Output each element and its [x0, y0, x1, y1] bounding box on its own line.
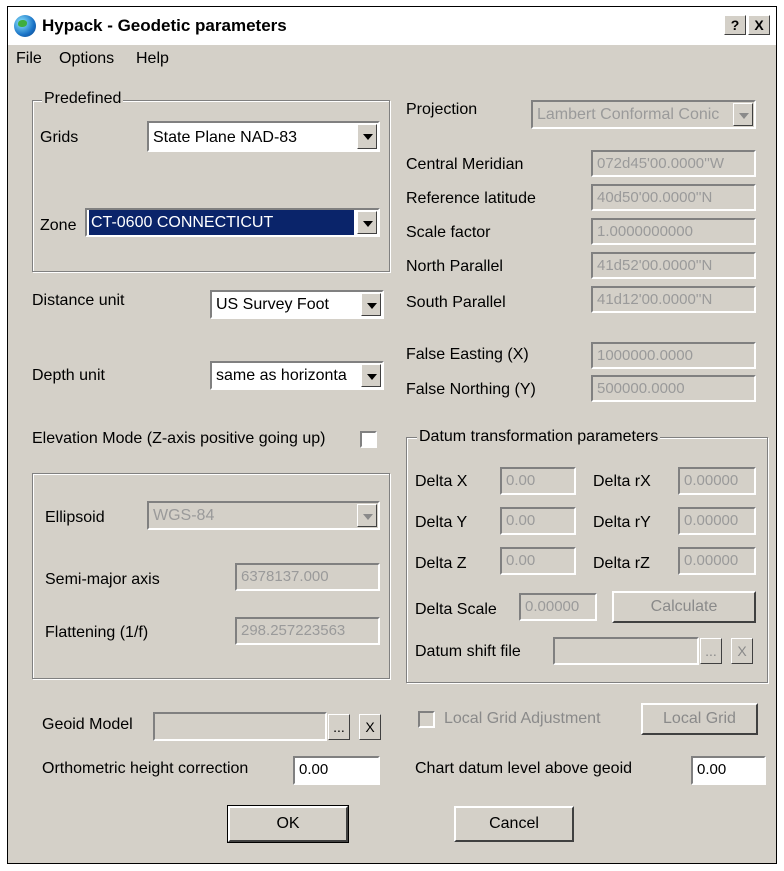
geoid-clear-button[interactable]: X — [359, 714, 381, 740]
grids-label: Grids — [40, 129, 79, 146]
globe-icon — [14, 15, 36, 37]
close-button[interactable]: X — [748, 15, 770, 35]
title-bar: Hypack - Geodetic parameters ? X — [8, 7, 776, 45]
delta-x-label: Delta X — [415, 473, 468, 490]
projection-label: Projection — [406, 101, 478, 118]
window-title: Hypack - Geodetic parameters — [42, 16, 287, 35]
datum-shift-file-field[interactable] — [553, 637, 699, 665]
north-parallel-field[interactable]: 41d52'00.0000''N — [591, 252, 756, 279]
chart-datum-level-field[interactable]: 0.00 — [691, 756, 766, 785]
elevation-mode-label: Elevation Mode (Z-axis positive going up… — [32, 430, 326, 447]
datum-shift-browse-button[interactable]: ... — [700, 638, 722, 664]
chevron-down-icon[interactable] — [361, 293, 381, 316]
reference-latitude-label: Reference latitude — [406, 190, 536, 207]
elevation-mode-checkbox[interactable] — [360, 431, 377, 448]
datum-shift-file-label: Datum shift file — [415, 643, 521, 660]
projection-select[interactable]: Lambert Conformal Conic — [531, 100, 756, 129]
scale-factor-field[interactable]: 1.0000000000 — [591, 218, 756, 245]
grids-select[interactable]: State Plane NAD-83 — [147, 121, 380, 152]
ok-button[interactable]: OK — [227, 805, 349, 843]
central-meridian-label: Central Meridian — [406, 156, 524, 173]
ellipsoid-label: Ellipsoid — [45, 509, 105, 526]
chevron-down-icon[interactable] — [357, 211, 377, 234]
delta-y-field[interactable]: 0.00 — [500, 507, 576, 535]
delta-ry-field[interactable]: 0.00000 — [678, 507, 756, 535]
false-northing-label: False Northing (Y) — [406, 381, 536, 398]
reference-latitude-field[interactable]: 40d50'00.0000''N — [591, 184, 756, 211]
menu-bar: File Options Help — [8, 45, 776, 73]
ellipsoid-select[interactable]: WGS-84 — [147, 501, 380, 530]
local-grid-adjustment-label: Local Grid Adjustment — [444, 710, 601, 727]
orthometric-height-field[interactable]: 0.00 — [293, 756, 380, 785]
scale-factor-label: Scale factor — [406, 224, 491, 241]
false-easting-field[interactable]: 1000000.0000 — [591, 342, 756, 369]
distance-unit-label: Distance unit — [32, 292, 125, 309]
central-meridian-field[interactable]: 072d45'00.0000''W — [591, 150, 756, 177]
north-parallel-label: North Parallel — [406, 258, 503, 275]
menu-options[interactable]: Options — [59, 50, 114, 68]
distance-unit-select[interactable]: US Survey Foot — [210, 290, 384, 319]
geoid-model-label: Geoid Model — [42, 716, 133, 733]
geoid-browse-button[interactable]: ... — [328, 714, 350, 740]
delta-scale-label: Delta Scale — [415, 601, 497, 618]
local-grid-button[interactable]: Local Grid — [641, 703, 758, 735]
depth-unit-label: Depth unit — [32, 367, 105, 384]
geoid-model-field[interactable] — [153, 712, 327, 741]
datum-shift-clear-button[interactable]: X — [731, 638, 753, 664]
semi-major-axis-label: Semi-major axis — [45, 571, 160, 588]
menu-file[interactable]: File — [16, 50, 42, 68]
false-northing-field[interactable]: 500000.0000 — [591, 375, 756, 402]
cancel-button[interactable]: Cancel — [454, 806, 574, 842]
false-easting-label: False Easting (X) — [406, 346, 529, 363]
chevron-down-icon[interactable] — [357, 124, 377, 149]
depth-unit-select[interactable]: same as horizonta — [210, 361, 384, 390]
zone-select[interactable]: CT-0600 CONNECTICUT — [85, 208, 380, 237]
delta-x-field[interactable]: 0.00 — [500, 467, 576, 495]
delta-y-label: Delta Y — [415, 514, 468, 531]
chevron-down-icon[interactable] — [357, 504, 377, 527]
semi-major-axis-field[interactable]: 6378137.000 — [235, 563, 380, 591]
geodetic-parameters-dialog: Hypack - Geodetic parameters ? X File Op… — [7, 6, 777, 864]
datum-group-title: Datum transformation parameters — [417, 428, 661, 446]
delta-z-label: Delta Z — [415, 555, 467, 572]
south-parallel-label: South Parallel — [406, 294, 506, 311]
help-title-button[interactable]: ? — [724, 15, 746, 35]
delta-rz-field[interactable]: 0.00000 — [678, 547, 756, 575]
local-grid-adjustment-checkbox[interactable] — [418, 711, 435, 728]
delta-scale-field[interactable]: 0.00000 — [519, 593, 597, 621]
delta-rx-field[interactable]: 0.00000 — [678, 467, 756, 495]
delta-rz-label: Delta rZ — [593, 555, 650, 572]
chevron-down-icon[interactable] — [733, 103, 753, 126]
flattening-field[interactable]: 298.257223563 — [235, 617, 380, 645]
delta-rx-label: Delta rX — [593, 473, 651, 490]
flattening-label: Flattening (1/f) — [45, 624, 149, 641]
delta-z-field[interactable]: 0.00 — [500, 547, 576, 575]
calculate-button[interactable]: Calculate — [612, 591, 756, 623]
south-parallel-field[interactable]: 41d12'00.0000''N — [591, 286, 756, 313]
zone-label: Zone — [40, 217, 77, 234]
menu-help[interactable]: Help — [136, 50, 169, 68]
orthometric-height-label: Orthometric height correction — [42, 760, 249, 777]
chart-datum-level-label: Chart datum level above geoid — [415, 760, 633, 777]
chevron-down-icon[interactable] — [361, 364, 381, 387]
predefined-group-title: Predefined — [42, 90, 124, 108]
delta-ry-label: Delta rY — [593, 514, 651, 531]
